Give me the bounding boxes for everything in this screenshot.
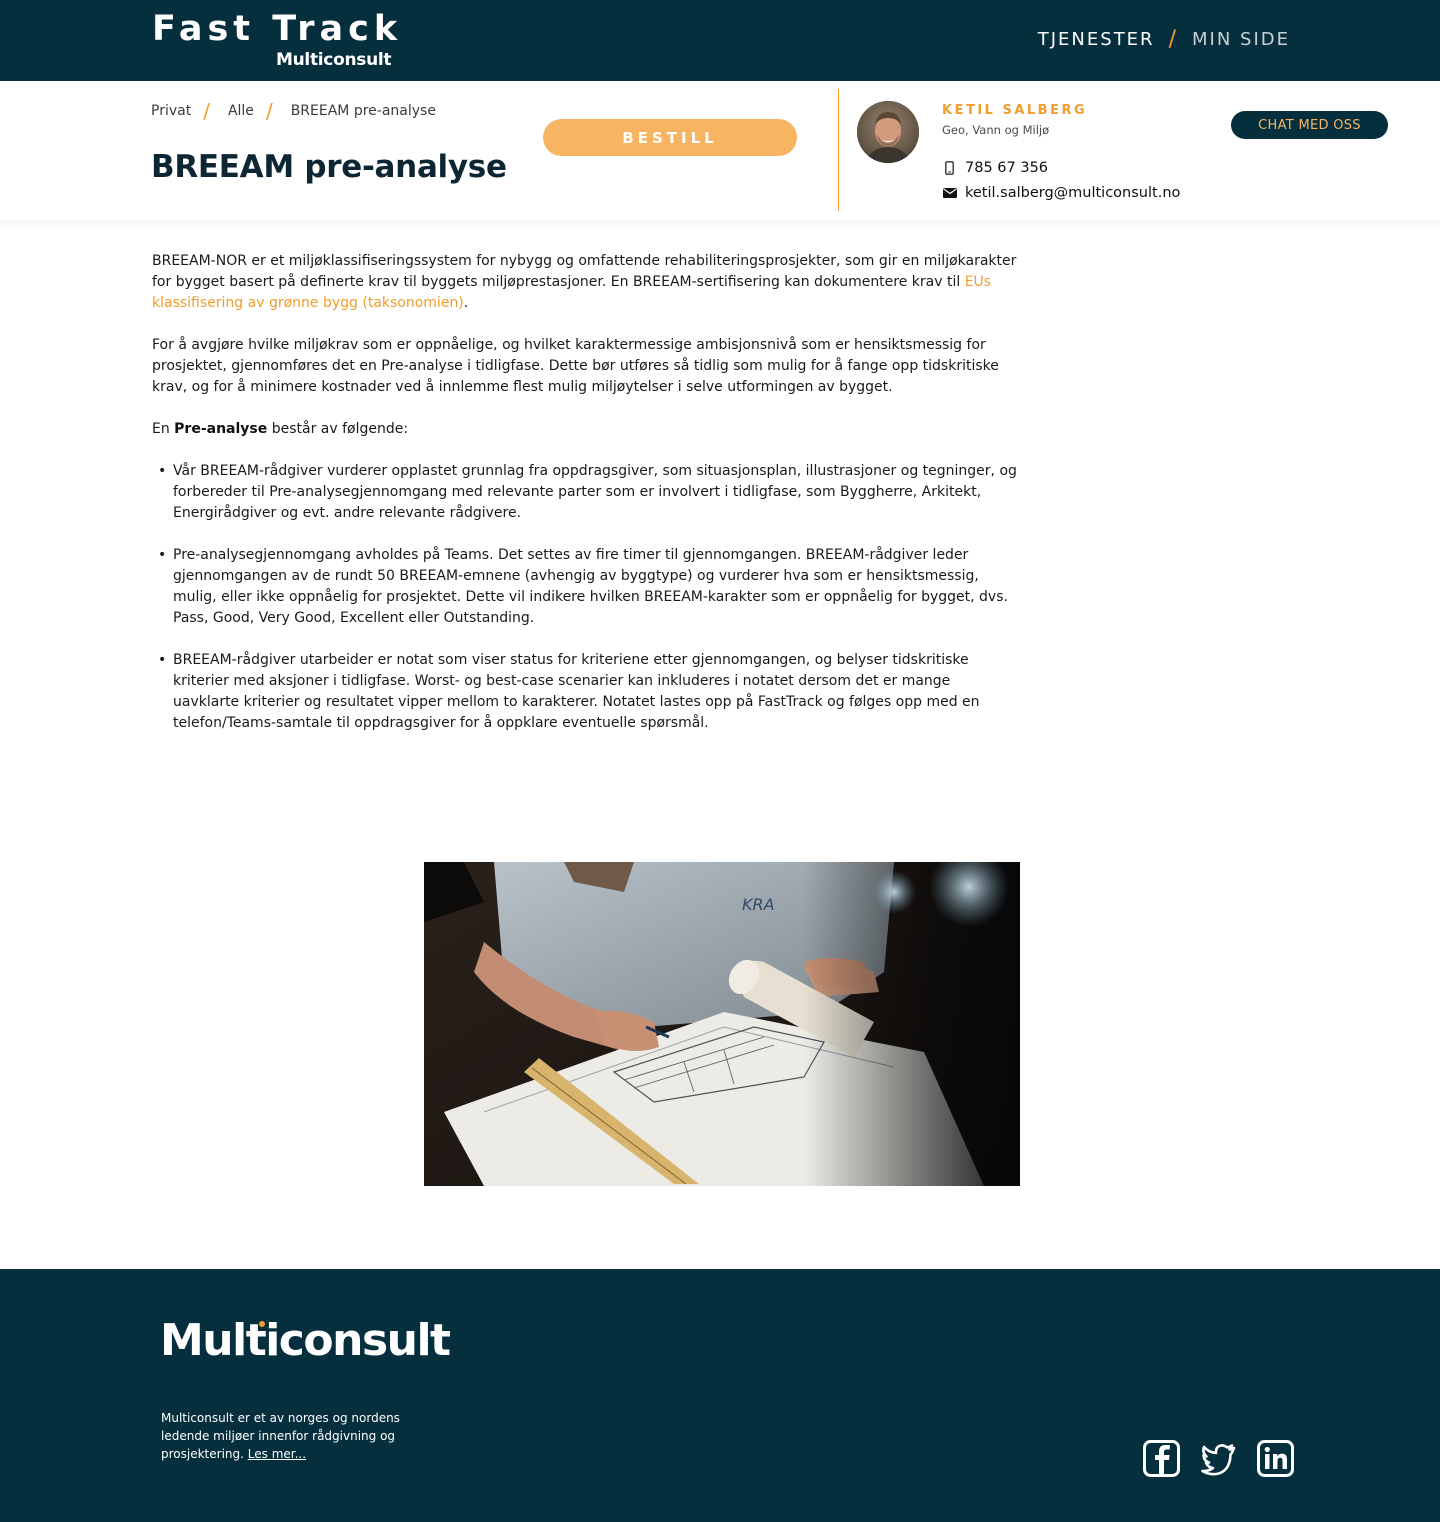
architect-drawing-photo: KRA <box>424 862 1020 1186</box>
article-body: BREEAM-NOR er et miljøklassifiseringssys… <box>152 251 1018 755</box>
footer-description: Multiconsult er et av norges og nordens … <box>161 1409 416 1463</box>
logo-title[interactable]: Fast Track <box>152 8 402 50</box>
footer-logo[interactable]: Multiconsult <box>160 1315 451 1367</box>
read-more-link[interactable]: Les mer... <box>248 1447 306 1461</box>
top-nav: TJENESTER / MIN SIDE <box>1038 28 1290 52</box>
footer: Multiconsult Multiconsult er et av norge… <box>0 1269 1440 1522</box>
facebook-icon[interactable] <box>1143 1440 1180 1477</box>
list-item: BREEAM-rådgiver utarbeider er notat som … <box>152 650 1018 734</box>
intro-paragraph: BREEAM-NOR er et miljøklassifiseringssys… <box>152 251 1018 314</box>
preanalysis-bold: Pre-analyse <box>174 421 268 437</box>
list-item: Pre-analysegjennomgang avholdes på Teams… <box>152 545 1018 629</box>
preanalysis-post: består av følgende: <box>267 421 409 437</box>
photo-illustration: KRA <box>424 862 1020 1186</box>
breadcrumb-current: BREEAM pre-analyse <box>290 103 436 119</box>
intro-text: BREEAM-NOR er et miljøklassifiseringssys… <box>152 253 1017 290</box>
preanalysis-pre: En <box>152 421 175 437</box>
twitter-icon[interactable] <box>1200 1440 1237 1477</box>
contact-phone-number[interactable]: 785 67 356 <box>965 159 1048 177</box>
nav-separator: / <box>1168 27 1178 52</box>
linkedin-icon[interactable] <box>1257 1440 1294 1477</box>
shirt-logo-text: KRA <box>742 895 775 914</box>
breadcrumb-separator: / <box>265 99 273 123</box>
logo-subtitle[interactable]: Multiconsult <box>276 50 392 70</box>
purpose-paragraph: For å avgjøre hvilke miljøkrav som er op… <box>152 337 999 395</box>
vertical-divider <box>838 89 839 211</box>
nav-tjenester[interactable]: TJENESTER <box>1038 28 1155 52</box>
contact-department: Geo, Vann og Miljø <box>942 123 1050 137</box>
order-button[interactable]: BESTILL <box>543 119 797 156</box>
contact-phone[interactable]: 785 67 356 <box>942 159 1048 177</box>
avatar-photo <box>857 101 919 163</box>
avatar <box>857 101 919 163</box>
service-header: Privat / Alle / BREEAM pre-analyse BREEA… <box>0 81 1440 220</box>
nav-min-side[interactable]: MIN SIDE <box>1192 28 1290 52</box>
breadcrumb: Privat / Alle / BREEAM pre-analyse <box>151 101 436 121</box>
intro-end: . <box>463 295 469 311</box>
list-item: Vår BREEAM-rådgiver vurderer opplastet g… <box>152 461 1018 524</box>
page-title: BREEAM pre-analyse <box>151 149 507 185</box>
preanalysis-intro: En Pre-analyse består av følgende: <box>152 419 1018 440</box>
breadcrumb-alle[interactable]: Alle <box>228 101 254 121</box>
contact-name: KETIL SALBERG <box>942 103 1088 118</box>
chat-button[interactable]: CHAT MED OSS <box>1231 111 1388 139</box>
mail-icon <box>942 186 957 200</box>
phone-icon <box>942 161 957 175</box>
steps-list: Vår BREEAM-rådgiver vurderer opplastet g… <box>152 461 1018 734</box>
social-links <box>1143 1440 1294 1477</box>
logo-dot <box>259 1321 265 1327</box>
top-bar: Fast Track Multiconsult TJENESTER / MIN … <box>0 0 1440 81</box>
footer-logo-text: Multiconsult <box>160 1315 451 1366</box>
breadcrumb-separator: / <box>203 99 210 123</box>
contact-email[interactable]: ketil.salberg@multiconsult.no <box>942 184 1180 202</box>
breadcrumb-privat[interactable]: Privat <box>151 101 191 121</box>
contact-email-address[interactable]: ketil.salberg@multiconsult.no <box>965 184 1180 202</box>
